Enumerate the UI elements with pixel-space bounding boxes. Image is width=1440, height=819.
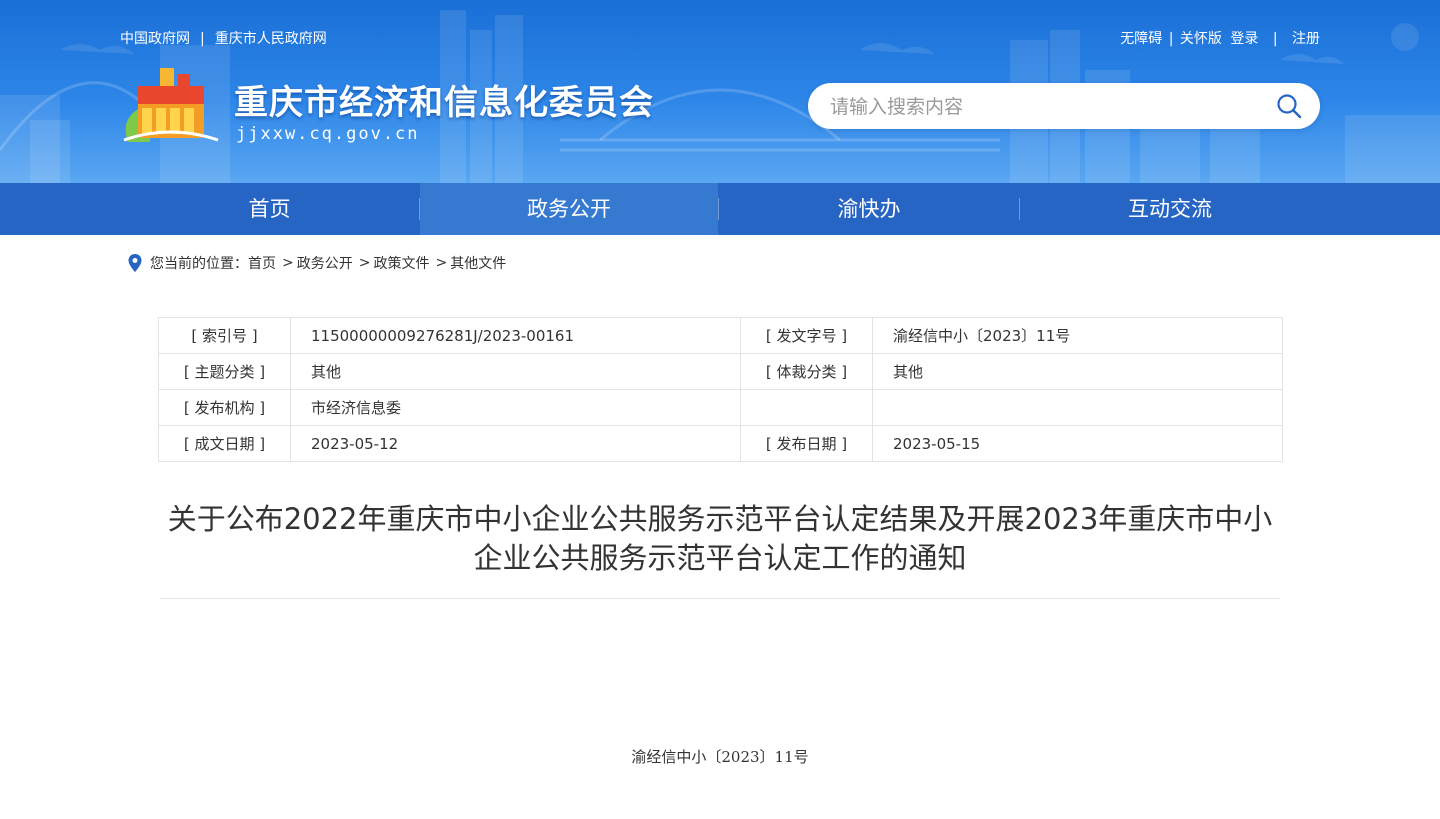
table-row: [ 索引号 ] 11500000009276281J/2023-00161 [ …: [158, 317, 1283, 354]
site-logo-icon[interactable]: [120, 64, 220, 144]
breadcrumb-separator: >: [435, 255, 448, 271]
breadcrumb: 您当前的位置： 首页 > 政务公开 > 政策文件 > 其他文件: [128, 253, 506, 273]
nav-item-interaction[interactable]: 互动交流: [1020, 183, 1320, 235]
search-box: [808, 83, 1320, 129]
breadcrumb-prefix: 您当前的位置：: [150, 256, 248, 272]
meta-value-topic: 其他: [290, 353, 741, 390]
link-china-gov[interactable]: 中国政府网: [120, 31, 190, 47]
breadcrumb-other-documents[interactable]: 其他文件: [450, 253, 506, 273]
search-input[interactable]: [828, 91, 1262, 123]
article-title-line-2: 企业公共服务示范平台认定工作的通知: [473, 541, 967, 575]
search-icon[interactable]: [1276, 93, 1302, 119]
meta-key-topic: [ 主题分类 ]: [158, 353, 291, 390]
breadcrumb-government-affairs[interactable]: 政务公开: [297, 253, 353, 273]
meta-value-publish-date: 2023-05-15: [872, 425, 1283, 462]
care-version-link[interactable]: 关怀版: [1180, 31, 1222, 47]
breadcrumb-separator: >: [358, 255, 371, 271]
link-chongqing-gov[interactable]: 重庆市人民政府网: [215, 31, 327, 47]
meta-key-index-number: [ 索引号 ]: [158, 317, 291, 354]
breadcrumb-home[interactable]: 首页: [248, 253, 276, 273]
meta-key-document-number: [ 发文字号 ]: [740, 317, 873, 354]
meta-key-issuer: [ 发布机构 ]: [158, 389, 291, 426]
table-row: [ 发布机构 ] 市经济信息委: [158, 389, 1283, 426]
meta-key-genre: [ 体裁分类 ]: [740, 353, 873, 390]
accessibility-link[interactable]: 无障碍: [1120, 31, 1162, 47]
nav-item-government-affairs[interactable]: 政务公开: [420, 183, 718, 235]
site-title[interactable]: 重庆市经济和信息化委员会: [234, 75, 654, 124]
top-links-left: 中国政府网 | 重庆市人民政府网: [120, 28, 327, 48]
main-nav: 首页 政务公开 渝快办 互动交流: [0, 183, 1440, 235]
meta-value-genre: 其他: [872, 353, 1283, 390]
meta-value-index-number: 11500000009276281J/2023-00161: [290, 317, 741, 354]
site-domain: jjxxw.cq.gov.cn: [236, 124, 420, 144]
article-title: 关于公布2022年重庆市中小企业公共服务示范平台认定结果及开展2023年重庆市中…: [150, 500, 1290, 578]
breadcrumb-policy-documents[interactable]: 政策文件: [373, 253, 429, 273]
link-separator: |: [200, 31, 205, 47]
meta-value-empty: [872, 389, 1283, 426]
login-link[interactable]: 登录: [1230, 31, 1258, 47]
meta-value-written-date: 2023-05-12: [290, 425, 741, 462]
meta-value-issuer: 市经济信息委: [290, 389, 741, 426]
document-meta-table: [ 索引号 ] 11500000009276281J/2023-00161 [ …: [158, 317, 1283, 462]
breadcrumb-separator: >: [282, 255, 294, 271]
location-pin-icon: [128, 254, 142, 272]
meta-key-written-date: [ 成文日期 ]: [158, 425, 291, 462]
table-row: [ 成文日期 ] 2023-05-12 [ 发布日期 ] 2023-05-15: [158, 425, 1283, 462]
register-link[interactable]: 注册: [1292, 31, 1320, 47]
meta-key-empty: [740, 389, 873, 426]
meta-key-publish-date: [ 发布日期 ]: [740, 425, 873, 462]
table-row: [ 主题分类 ] 其他 [ 体裁分类 ] 其他: [158, 353, 1283, 390]
top-links-right: 无障碍 | 关怀版 登录 | 注册: [1120, 28, 1320, 48]
nav-item-home[interactable]: 首页: [120, 183, 419, 235]
meta-value-document-number: 渝经信中小〔2023〕11号: [872, 317, 1283, 354]
title-divider: [160, 598, 1280, 599]
link-separator: |: [1168, 31, 1174, 47]
article-title-line-1: 关于公布2022年重庆市中小企业公共服务示范平台认定结果及开展2023年重庆市中…: [167, 502, 1273, 536]
nav-item-yukuaiban[interactable]: 渝快办: [719, 183, 1019, 235]
article-document-number: 渝经信中小〔2023〕11号: [631, 748, 809, 766]
site-header: 中国政府网 | 重庆市人民政府网 无障碍 | 关怀版 登录 | 注册 重庆市经济和信…: [0, 0, 1440, 183]
link-separator: |: [1272, 31, 1278, 47]
